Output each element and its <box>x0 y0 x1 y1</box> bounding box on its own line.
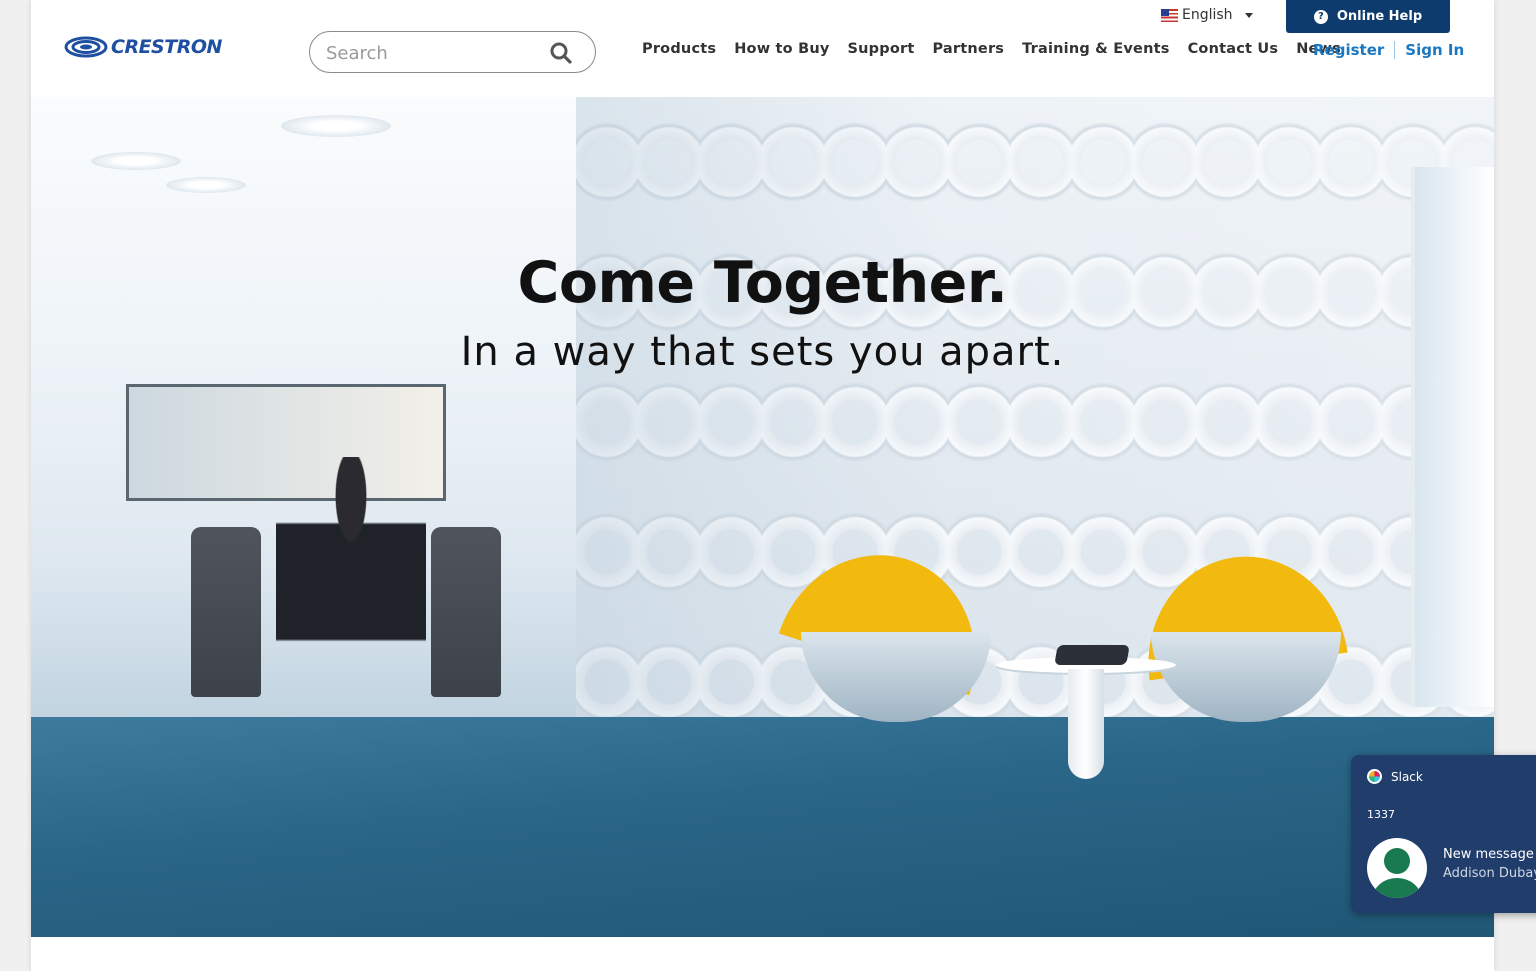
notification-text: New message i <box>1443 847 1536 862</box>
language-selector[interactable]: English <box>1161 7 1253 23</box>
brand-name: CRESTRON <box>111 36 222 58</box>
nav-item-partners[interactable]: Partners <box>932 41 1004 57</box>
notification-sender: Addison Dubay <box>1443 866 1536 881</box>
nav-item-how-to-buy[interactable]: How to Buy <box>734 41 829 57</box>
page-bottom-strip <box>31 937 1494 971</box>
search-icon[interactable] <box>549 41 573 65</box>
hero-title: Come Together. <box>517 250 1008 316</box>
online-help-button[interactable]: ? Online Help <box>1286 0 1450 33</box>
question-circle-icon: ? <box>1313 9 1328 24</box>
hero-banner[interactable]: Come Together. In a way that sets you ap… <box>31 97 1494 937</box>
hero-floor <box>31 717 1494 937</box>
hero-subtitle: In a way that sets you apart. <box>460 329 1065 375</box>
nav-item-training-events[interactable]: Training & Events <box>1022 41 1169 57</box>
nav-item-support[interactable]: Support <box>848 41 915 57</box>
online-help-label: Online Help <box>1336 9 1423 24</box>
crestron-logo[interactable]: CRESTRON <box>64 36 222 58</box>
seated-person <box>276 457 426 717</box>
conference-device <box>1054 645 1130 665</box>
search-box <box>309 31 596 73</box>
auth-links: Register Sign In <box>1313 41 1464 59</box>
notification-message: New message i Addison Dubay <box>1443 845 1536 883</box>
office-chair <box>431 527 501 697</box>
notification-app: Slack <box>1367 769 1423 784</box>
slack-icon <box>1367 769 1382 784</box>
site-header: CRESTRON English ? Online Help Products … <box>31 0 1494 97</box>
search-input[interactable] <box>326 40 546 66</box>
slack-notification[interactable]: Slack 1337 New message i Addison Dubay <box>1351 755 1536 913</box>
ceiling-light <box>281 115 391 137</box>
nav-item-contact-us[interactable]: Contact Us <box>1188 41 1279 57</box>
notification-count: 1337 <box>1367 808 1395 821</box>
page: CRESTRON English ? Online Help Products … <box>31 0 1494 971</box>
nav-item-products[interactable]: Products <box>642 41 716 57</box>
office-chair <box>191 527 261 697</box>
register-link[interactable]: Register <box>1313 41 1384 59</box>
coffee-table <box>996 657 1176 787</box>
user-avatar-icon <box>1367 838 1427 898</box>
main-nav: Products How to Buy Support Partners Tra… <box>642 41 1341 57</box>
caret-down-icon <box>1244 12 1253 18</box>
hero-window <box>1411 167 1494 707</box>
sign-in-link[interactable]: Sign In <box>1405 41 1464 59</box>
language-label: English <box>1182 7 1233 23</box>
ceiling-light <box>166 177 246 193</box>
crestron-swirl-icon <box>64 36 108 58</box>
ceiling-light <box>91 152 181 170</box>
auth-divider <box>1394 41 1396 59</box>
us-flag-icon <box>1161 8 1178 22</box>
notification-app-name: Slack <box>1391 769 1423 784</box>
